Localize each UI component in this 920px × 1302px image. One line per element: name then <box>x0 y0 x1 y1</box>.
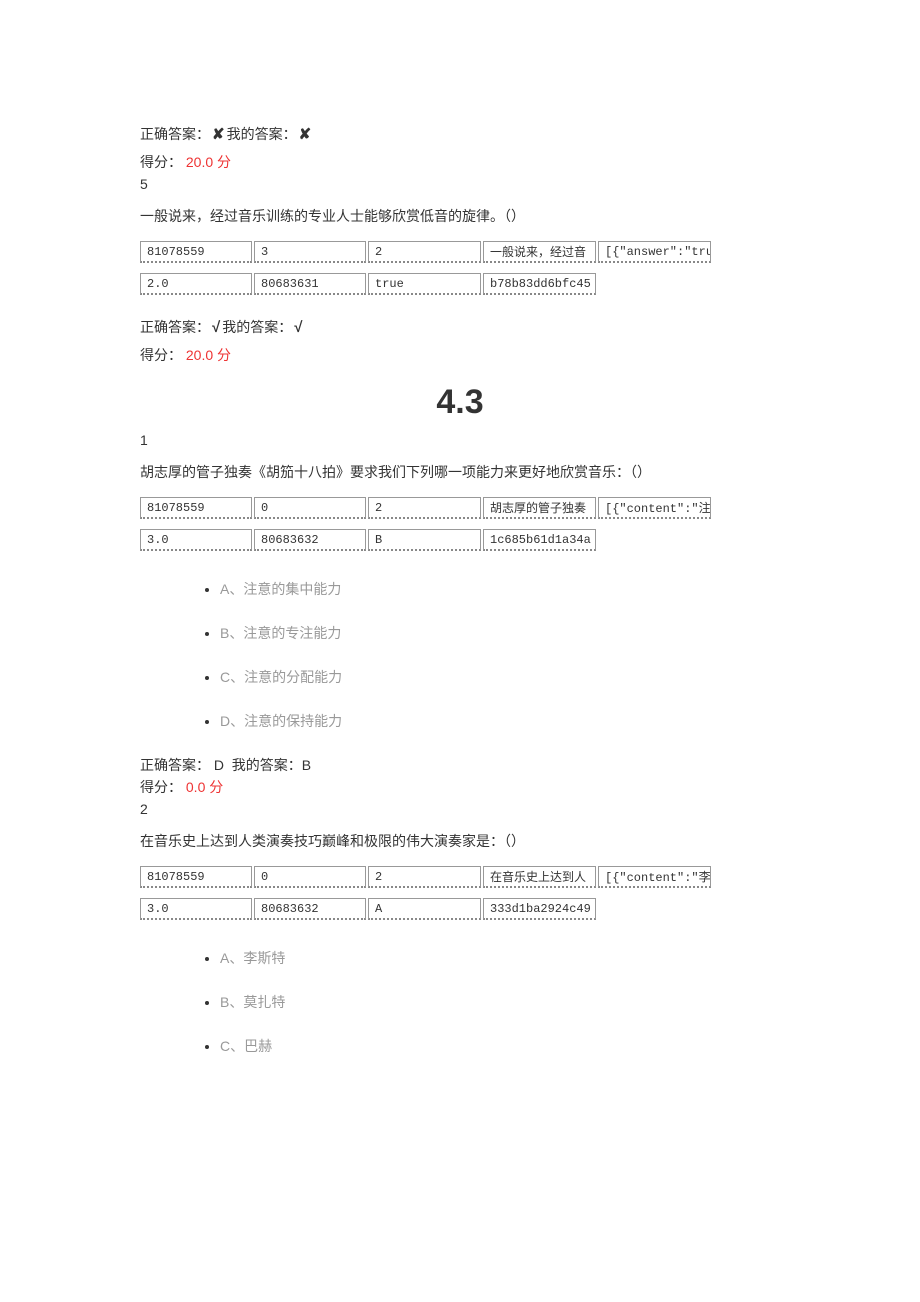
q6-number: 1 <box>140 432 780 448</box>
q6-answer-line: 正确答案： D 我的答案：B <box>140 755 780 775</box>
q6-mine: B <box>302 757 311 773</box>
cell: 2 <box>368 866 481 888</box>
q5-answer-line: 正确答案：√我的答案：√ <box>140 317 780 337</box>
cell: 0 <box>254 866 366 888</box>
q6-score: 0.0 分 <box>186 779 223 795</box>
cell: 2 <box>368 497 481 519</box>
score-label: 得分： <box>140 779 182 795</box>
my-answer-label: 我的答案： <box>232 757 302 773</box>
q4-score-line: 得分： 20.0 分 <box>140 152 780 172</box>
q5-score: 20.0 分 <box>186 347 231 363</box>
correct-answer-label: 正确答案： <box>140 319 210 335</box>
cell: 一般说来，经过音 <box>483 241 596 263</box>
q6-score-line: 得分： 0.0 分 <box>140 777 780 797</box>
cell: A <box>368 898 481 920</box>
cell: 81078559 <box>140 241 252 263</box>
cell: 80683631 <box>254 273 366 295</box>
cell: 81078559 <box>140 866 252 888</box>
cell: 1c685b61d1a34a <box>483 529 596 551</box>
cell: 2.0 <box>140 273 252 295</box>
my-answer-label: 我的答案： <box>227 126 297 142</box>
cell: b78b83dd6bfc45 <box>483 273 596 295</box>
cell: [{"content":"注 <box>598 497 711 519</box>
option-a: A、注意的集中能力 <box>220 579 780 599</box>
q7-row2: 3.0 80683632 A 333d1ba2924c49 <box>140 898 780 920</box>
cell: 胡志厚的管子独奏 <box>483 497 596 519</box>
q5-text: 一般说来，经过音乐训练的专业人士能够欣赏低音的旋律。（） <box>140 206 780 227</box>
option-b: B、注意的专注能力 <box>220 623 780 643</box>
cell: 在音乐史上达到人 <box>483 866 596 888</box>
cell: 3.0 <box>140 898 252 920</box>
correct-answer-label: 正确答案： <box>140 126 210 142</box>
q6-row2: 3.0 80683632 B 1c685b61d1a34a <box>140 529 780 551</box>
cell: 2 <box>368 241 481 263</box>
check-icon: √ <box>212 319 220 336</box>
q6-text: 胡志厚的管子独奏《胡笳十八拍》要求我们下列哪一项能力来更好地欣赏音乐：（） <box>140 462 780 483</box>
q5-number: 5 <box>140 176 780 192</box>
cell: B <box>368 529 481 551</box>
cell: 0 <box>254 497 366 519</box>
q7-options: A、李斯特 B、莫扎特 C、巴赫 <box>140 948 780 1056</box>
q7-text: 在音乐史上达到人类演奏技巧巅峰和极限的伟大演奏家是：（） <box>140 831 780 852</box>
q6-row1: 81078559 0 2 胡志厚的管子独奏 [{"content":"注 <box>140 497 780 519</box>
cell: true <box>368 273 481 295</box>
q6-correct: D <box>214 757 224 773</box>
option-a: A、李斯特 <box>220 948 780 968</box>
q7-number: 2 <box>140 801 780 817</box>
q4-score: 20.0 分 <box>186 154 231 170</box>
section-heading: 4.3 <box>140 383 780 422</box>
option-c: C、巴赫 <box>220 1036 780 1056</box>
cell: 3.0 <box>140 529 252 551</box>
cross-icon: ✘ <box>299 126 312 143</box>
score-label: 得分： <box>140 154 182 170</box>
option-b: B、莫扎特 <box>220 992 780 1012</box>
cell: 80683632 <box>254 529 366 551</box>
cell: [{"answer":"tru <box>598 241 711 263</box>
option-d: D、注意的保持能力 <box>220 711 780 731</box>
cell: 80683632 <box>254 898 366 920</box>
cell: 3 <box>254 241 366 263</box>
score-label: 得分： <box>140 347 182 363</box>
my-answer-label: 我的答案： <box>222 319 292 335</box>
option-c: C、注意的分配能力 <box>220 667 780 687</box>
correct-answer-label: 正确答案： <box>140 757 210 773</box>
cell: 81078559 <box>140 497 252 519</box>
cell: 333d1ba2924c49 <box>483 898 596 920</box>
check-icon: √ <box>294 319 302 336</box>
q7-row1: 81078559 0 2 在音乐史上达到人 [{"content":"李 <box>140 866 780 888</box>
q5-row2: 2.0 80683631 true b78b83dd6bfc45 <box>140 273 780 295</box>
q4-answer-line: 正确答案：✘我的答案：✘ <box>140 124 780 144</box>
cell: [{"content":"李 <box>598 866 711 888</box>
q5-score-line: 得分： 20.0 分 <box>140 345 780 365</box>
q5-row1: 81078559 3 2 一般说来，经过音 [{"answer":"tru <box>140 241 780 263</box>
q6-options: A、注意的集中能力 B、注意的专注能力 C、注意的分配能力 D、注意的保持能力 <box>140 579 780 731</box>
cross-icon: ✘ <box>212 126 225 143</box>
